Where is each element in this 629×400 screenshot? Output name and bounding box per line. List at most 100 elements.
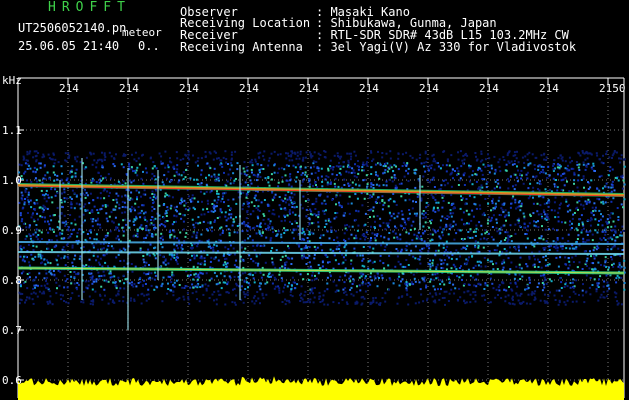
noise-pixel — [554, 196, 557, 199]
noise-pixel — [122, 300, 125, 303]
noise-pixel — [498, 165, 501, 168]
noise-pixel — [544, 213, 547, 216]
noise-pixel — [161, 300, 164, 303]
noise-pixel — [196, 286, 199, 289]
noise-pixel — [24, 188, 27, 191]
noise-pixel — [511, 197, 514, 200]
noise-pixel — [620, 231, 622, 234]
noise-pixel — [290, 155, 293, 158]
noise-pixel — [221, 197, 224, 200]
noise-pixel — [606, 295, 608, 298]
noise-pixel — [381, 156, 384, 159]
noise-pixel — [582, 204, 585, 207]
noise-pixel — [76, 288, 78, 291]
noise-pixel — [606, 290, 609, 293]
noise-pixel — [153, 208, 156, 210]
noise-pixel — [323, 303, 326, 306]
noise-pixel — [447, 300, 450, 302]
noise-pixel — [364, 282, 367, 285]
noise-pixel — [135, 160, 138, 163]
noise-pixel — [517, 169, 519, 172]
noise-pixel — [88, 258, 91, 261]
noise-pixel — [546, 216, 549, 219]
noise-pixel — [349, 275, 352, 278]
noise-pixel — [468, 213, 471, 216]
noise-pixel — [372, 158, 375, 161]
noise-pixel — [92, 244, 95, 247]
noise-pixel — [55, 259, 58, 262]
noise-pixel — [170, 180, 173, 183]
noise-pixel — [189, 274, 192, 276]
noise-pixel — [321, 261, 324, 264]
noise-pixel — [46, 194, 49, 196]
noise-pixel — [513, 188, 516, 191]
noise-pixel — [111, 275, 114, 278]
noise-pixel — [278, 287, 281, 290]
noise-pixel — [391, 180, 394, 183]
noise-pixel — [423, 247, 426, 250]
noise-pixel — [598, 189, 601, 192]
noise-pixel — [515, 265, 518, 268]
noise-pixel — [527, 293, 530, 296]
noise-pixel — [433, 158, 436, 161]
noise-pixel — [372, 193, 375, 196]
noise-pixel — [612, 152, 615, 155]
noise-pixel — [373, 260, 376, 263]
noise-pixel — [295, 176, 298, 179]
noise-pixel — [537, 266, 540, 268]
noise-pixel — [34, 170, 37, 173]
noise-pixel — [620, 154, 623, 157]
x-tick-label: 214 — [479, 82, 499, 95]
noise-pixel — [236, 162, 239, 165]
noise-pixel — [308, 218, 311, 221]
noise-pixel — [277, 285, 280, 288]
noise-pixel — [227, 198, 230, 201]
noise-pixel — [600, 174, 603, 177]
noise-pixel — [547, 199, 550, 202]
noise-pixel — [273, 171, 276, 174]
noise-pixel — [474, 300, 477, 303]
noise-pixel — [184, 285, 187, 287]
noise-pixel — [287, 164, 290, 167]
noise-pixel — [455, 268, 458, 271]
noise-pixel — [413, 233, 416, 236]
noise-pixel — [175, 244, 178, 247]
noise-pixel — [501, 261, 504, 264]
noise-pixel — [314, 208, 317, 210]
noise-pixel — [281, 176, 284, 179]
noise-pixel — [154, 197, 157, 200]
noise-pixel — [464, 203, 467, 206]
noise-pixel — [517, 299, 520, 302]
noise-pixel — [369, 246, 371, 249]
noise-pixel — [598, 209, 601, 212]
noise-pixel — [182, 157, 185, 160]
noise-pixel — [422, 217, 425, 219]
noise-pixel — [566, 180, 568, 183]
noise-pixel — [511, 295, 514, 298]
noise-pixel — [615, 151, 618, 154]
noise-pixel — [544, 172, 547, 175]
noise-pixel — [92, 152, 95, 155]
noise-pixel — [27, 212, 29, 214]
noise-pixel — [58, 233, 61, 236]
noise-pixel — [220, 200, 223, 203]
noise-pixel — [564, 283, 567, 286]
noise-pixel — [97, 261, 100, 264]
noise-pixel — [48, 290, 51, 292]
noise-pixel — [537, 258, 539, 261]
noise-pixel — [377, 150, 379, 153]
noise-pixel — [197, 164, 199, 167]
noise-pixel — [223, 171, 225, 174]
noise-pixel — [232, 182, 235, 185]
noise-pixel — [435, 201, 438, 204]
noise-pixel — [481, 178, 484, 180]
noise-pixel — [209, 221, 212, 224]
noise-pixel — [622, 158, 625, 161]
noise-pixel — [187, 298, 190, 301]
noise-pixel — [219, 227, 221, 230]
noise-pixel — [197, 222, 200, 225]
noise-pixel — [335, 248, 338, 251]
noise-pixel — [48, 157, 51, 160]
noise-pixel — [203, 257, 206, 260]
noise-pixel — [208, 226, 211, 229]
